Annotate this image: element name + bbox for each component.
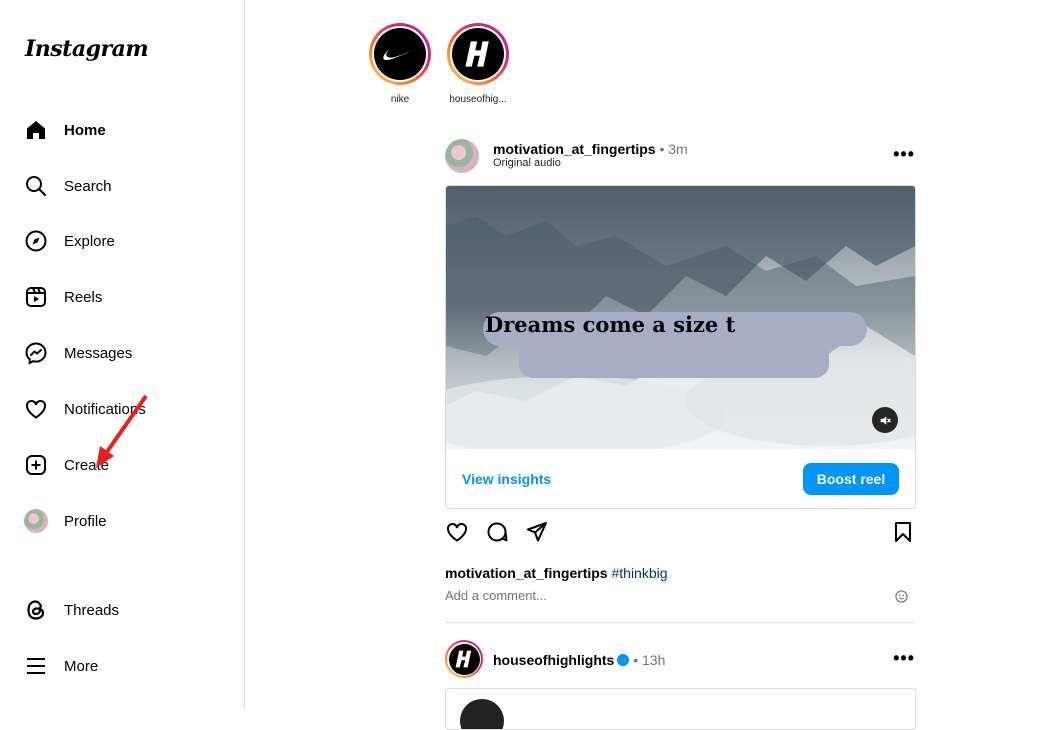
sidebar-item-label: Create (64, 456, 110, 474)
avatar-ring-inner (447, 642, 481, 676)
emoji-icon[interactable] (895, 590, 908, 603)
post-media[interactable] (445, 688, 916, 730)
post-author: houseofhighlights • 13h (493, 652, 665, 668)
sidebar: Instagram Home Search Explore Reels Mess… (0, 0, 245, 708)
sidebar-item-home[interactable]: Home (24, 115, 106, 145)
story-ring-inner (450, 26, 506, 82)
heart-icon (26, 399, 46, 419)
reel-image[interactable]: Dreams come a size t (446, 186, 915, 449)
story-ring (447, 23, 509, 85)
sidebar-item-label: Profile (64, 512, 107, 530)
plus-square-icon (26, 455, 46, 475)
reel-overlay-text: Dreams come a size t (485, 312, 736, 337)
like-heart-icon[interactable] (445, 520, 469, 544)
comment-icon[interactable] (485, 520, 509, 544)
house-of-highlights-logo-icon (448, 643, 480, 675)
post-author: motivation_at_fingertips • 3m (493, 141, 688, 157)
comment-row (445, 588, 914, 623)
search-icon (26, 176, 46, 196)
verified-badge-icon (617, 654, 630, 666)
text-overlay-bg (519, 336, 829, 378)
compass-icon (25, 230, 47, 252)
post-audio[interactable]: Original audio (493, 157, 561, 169)
post-author-avatar[interactable] (445, 640, 483, 678)
sidebar-item-notifications[interactable]: Notifications (24, 394, 146, 424)
sidebar-item-label: Reels (64, 288, 103, 306)
share-send-icon[interactable] (525, 520, 549, 544)
sidebar-item-reels[interactable]: Reels (24, 282, 102, 312)
home-icon (27, 121, 45, 139)
nike-swoosh-icon (374, 28, 426, 80)
post-time: • 13h (633, 652, 666, 668)
sidebar-item-create[interactable]: Create (24, 450, 109, 480)
caption-username[interactable]: motivation_at_fingertips (445, 565, 608, 581)
view-insights-link[interactable]: View insights (462, 471, 551, 487)
sidebar-item-search[interactable]: Search (24, 171, 112, 201)
media-avatar (460, 699, 504, 729)
threads-icon (27, 600, 45, 620)
post-actions (445, 520, 915, 546)
menu-icon (27, 658, 45, 674)
story-item[interactable]: houseofhig... (446, 23, 510, 105)
reels-icon (26, 287, 46, 307)
muted-speaker-icon (880, 415, 891, 425)
sidebar-item-label: Threads (64, 601, 120, 619)
sidebar-item-more[interactable]: More (24, 651, 98, 681)
story-item[interactable]: nike (368, 23, 432, 105)
sidebar-item-label: Messages (64, 344, 133, 362)
post-header: houseofhighlights • 13h ••• (445, 640, 915, 678)
sidebar-item-label: More (64, 657, 99, 675)
reel-media[interactable]: Dreams come a size t View insights Boost… (445, 185, 916, 509)
sidebar-item-explore[interactable]: Explore (24, 226, 115, 256)
sidebar-item-label: Notifications (64, 400, 146, 418)
post-header: motivation_at_fingertips • 3m Original a… (445, 139, 915, 179)
story-username: houseofhig... (449, 94, 507, 105)
mute-toggle-button[interactable] (872, 407, 898, 433)
comment-input[interactable] (445, 588, 865, 603)
caption-hashtag[interactable]: #thinkbig (611, 565, 667, 581)
more-options-icon[interactable]: ••• (893, 144, 915, 165)
more-options-icon[interactable]: ••• (893, 648, 915, 669)
sidebar-item-label: Explore (64, 232, 115, 250)
story-ring-inner (372, 26, 428, 82)
messenger-icon (25, 342, 47, 365)
post-caption: motivation_at_fingertips #thinkbig (445, 565, 668, 581)
sidebar-item-threads[interactable]: Threads (24, 595, 119, 625)
sidebar-item-messages[interactable]: Messages (24, 338, 132, 368)
post-time: • 3m (659, 141, 688, 157)
story-username: nike (390, 94, 410, 105)
feed: nike houseofhig... motivation_at_fingert… (245, 0, 1041, 730)
sidebar-item-label: Search (64, 177, 112, 195)
insights-bar: View insights Boost reel (446, 449, 915, 508)
bookmark-icon[interactable] (891, 520, 915, 544)
house-of-highlights-logo-icon (452, 28, 504, 80)
boost-reel-button[interactable]: Boost reel (803, 463, 899, 495)
post-author-avatar[interactable] (445, 139, 479, 173)
instagram-logo[interactable]: Instagram (25, 36, 149, 62)
sidebar-item-label: Home (64, 121, 106, 139)
story-ring (369, 23, 431, 85)
profile-avatar (24, 509, 48, 533)
post-author-name[interactable]: motivation_at_fingertips (493, 141, 656, 157)
post-author-name[interactable]: houseofhighlights (493, 652, 614, 668)
sidebar-item-profile[interactable]: Profile (24, 506, 107, 536)
